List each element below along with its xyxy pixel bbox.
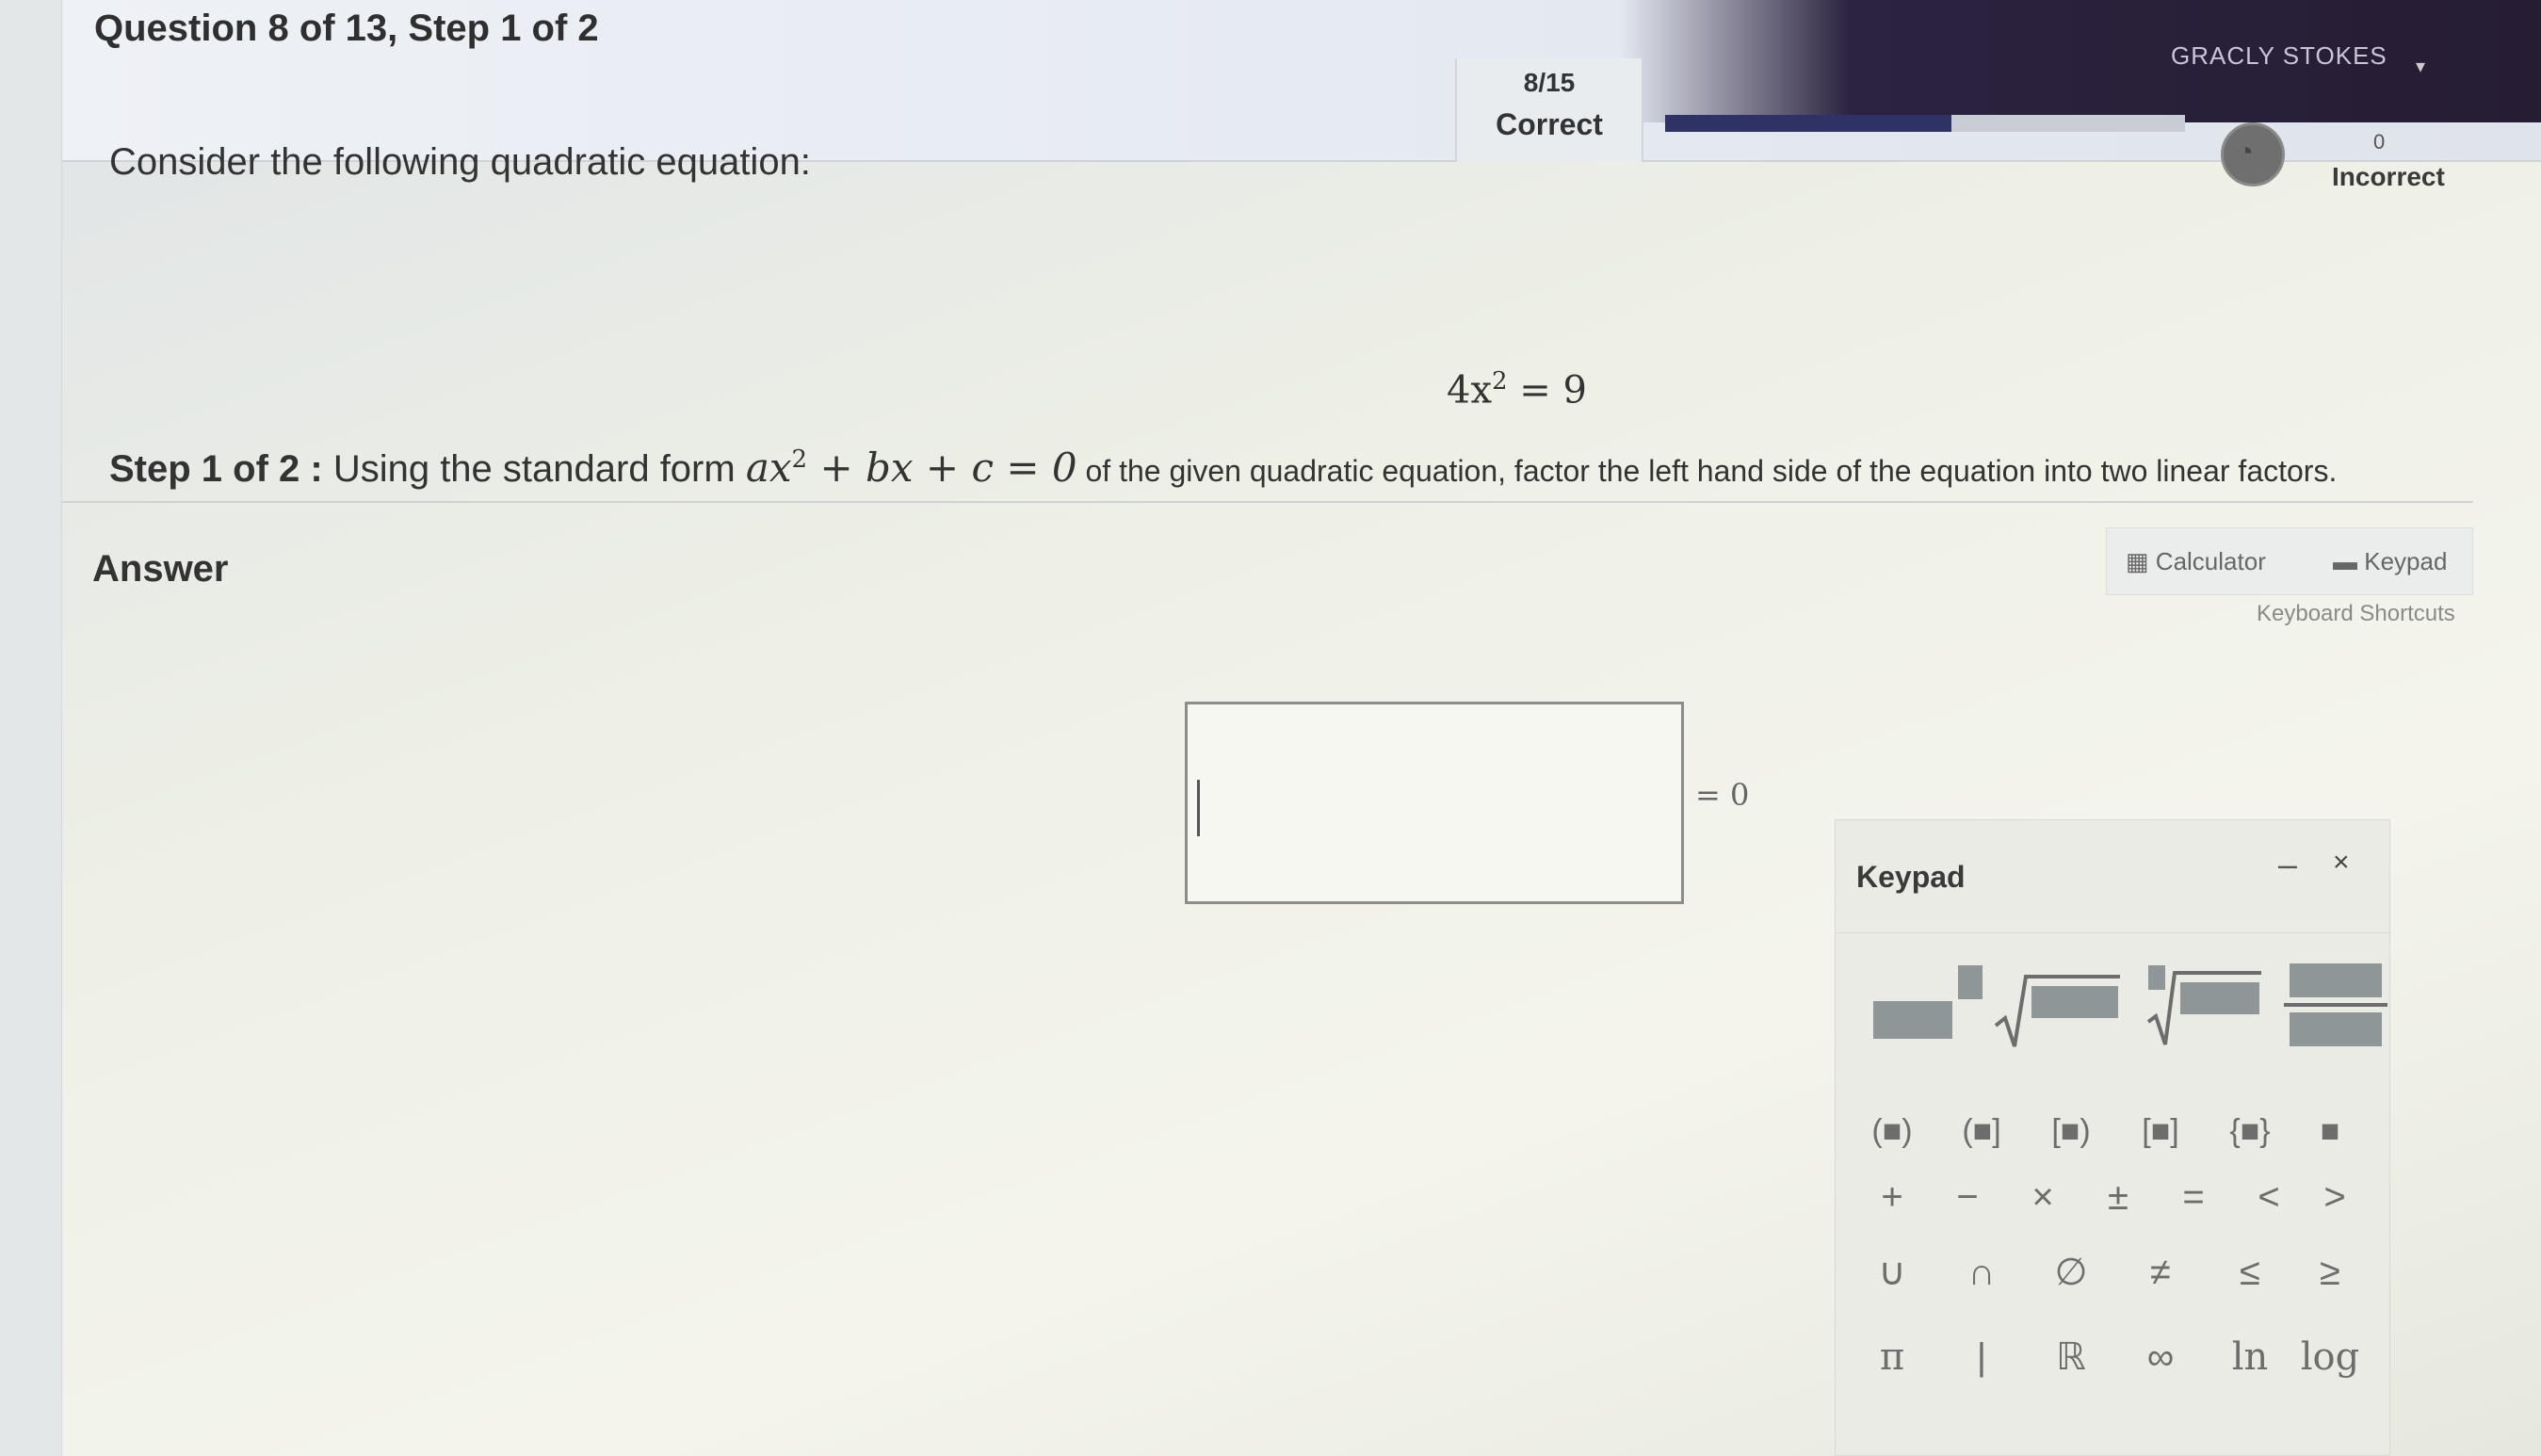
numerator-placeholder [2290, 963, 2382, 997]
keyboard-icon: ▬ [2333, 547, 2365, 575]
equation-exponent: 2 [1492, 367, 1508, 396]
step-text-after: of the given quadratic equation, factor … [1076, 454, 2338, 488]
key-union[interactable]: ∪ [1854, 1244, 1930, 1301]
key-greater-than[interactable]: > [2297, 1169, 2372, 1225]
key-placeholder[interactable]: ■ [2292, 1103, 2368, 1159]
text-cursor [1197, 780, 1200, 836]
answer-input[interactable] [1185, 702, 1684, 904]
step-label: Step 1 of 2 : [109, 448, 323, 490]
keypad-title: Keypad [1856, 860, 1966, 894]
key-ln[interactable]: ln [2212, 1329, 2288, 1385]
equals-zero-suffix: = 0 [1695, 777, 1750, 813]
key-not-equal[interactable]: ≠ [2123, 1244, 2198, 1301]
given-equation: 4x2 = 9 [1447, 367, 1587, 412]
key-right-open-interval[interactable]: [■) [2033, 1103, 2109, 1159]
key-real-numbers[interactable]: ℝ [2033, 1329, 2109, 1385]
step-text-before: Using the standard form [322, 448, 746, 490]
section-divider [62, 501, 2473, 503]
exponent-placeholder [1958, 965, 1983, 999]
key-less-equal[interactable]: ≤ [2212, 1244, 2288, 1301]
square-root-icon [1994, 975, 2120, 1047]
chevron-down-icon[interactable]: ▾ [2416, 55, 2425, 78]
key-infinity[interactable]: ∞ [2123, 1329, 2198, 1385]
minimize-button[interactable]: – [2278, 845, 2297, 884]
equation-base: 4x [1447, 368, 1493, 413]
key-open-interval[interactable]: (■) [1854, 1103, 1930, 1159]
keypad-panel: Keypad – × (■) (■] [■) [■] {■} ■ + − × ±… [1835, 819, 2391, 1456]
key-plus-minus[interactable]: ± [2080, 1169, 2156, 1225]
key-minus[interactable]: − [1930, 1169, 2005, 1225]
standard-form: ax2 + bx + c = 0 [746, 445, 1077, 491]
nth-root-template-button[interactable] [2143, 960, 2265, 1054]
square-root-template-button[interactable] [1992, 960, 2124, 1054]
key-times[interactable]: × [2005, 1169, 2080, 1225]
exponent-template-button[interactable] [1869, 960, 1983, 1054]
fraction-bar [2284, 1003, 2387, 1007]
standard-form-a: ax [745, 445, 792, 491]
key-equals[interactable]: = [2156, 1169, 2231, 1225]
keypad-header: Keypad – × [1836, 820, 2391, 933]
calculator-button[interactable]: ▦ Calculator [2126, 547, 2266, 576]
close-button[interactable]: × [2333, 847, 2350, 879]
keypad-label: Keypad [2364, 547, 2448, 575]
answer-tools: ▦ Calculator ▬ Keypad [2106, 527, 2473, 595]
nth-root-icon [2146, 965, 2261, 1045]
key-greater-equal[interactable]: ≥ [2292, 1244, 2368, 1301]
calculator-icon: ▦ [2126, 547, 2156, 575]
template-row [1869, 960, 2387, 1054]
key-empty-set[interactable]: ∅ [2033, 1244, 2109, 1301]
keypad-button[interactable]: ▬ Keypad [2333, 547, 2447, 576]
question-panel: Consider the following quadratic equatio… [62, 85, 2464, 499]
standard-form-rest: + bx + c = 0 [807, 445, 1077, 491]
key-left-open-interval[interactable]: (■] [1944, 1103, 2019, 1159]
key-pi[interactable]: π [1854, 1329, 1930, 1385]
keyboard-shortcuts-link[interactable]: Keyboard Shortcuts [2257, 601, 2455, 627]
step-instructions: Step 1 of 2 : Using the standard form ax… [109, 445, 2337, 491]
base-placeholder [1873, 1001, 1952, 1039]
user-menu[interactable]: GRACLY STOKES [2171, 41, 2387, 71]
key-set-braces[interactable]: {■} [2212, 1103, 2288, 1159]
key-intersection[interactable]: ∩ [1944, 1244, 2019, 1301]
key-log[interactable]: log [2292, 1329, 2368, 1385]
key-absolute-value[interactable]: | [1944, 1329, 2019, 1385]
equation-rest: = 9 [1507, 368, 1587, 413]
key-closed-interval[interactable]: [■] [2123, 1103, 2198, 1159]
fraction-template-button[interactable] [2284, 960, 2387, 1054]
standard-form-exponent: 2 [791, 445, 808, 474]
left-edge-strip [0, 0, 62, 1456]
question-prompt: Consider the following quadratic equatio… [109, 141, 811, 183]
denominator-placeholder [2290, 1012, 2382, 1046]
calculator-label: Calculator [2155, 547, 2266, 575]
key-less-than[interactable]: < [2231, 1169, 2306, 1225]
answer-heading: Answer [92, 548, 229, 590]
question-title: Question 8 of 13, Step 1 of 2 [94, 8, 599, 49]
key-plus[interactable]: + [1854, 1169, 1930, 1225]
